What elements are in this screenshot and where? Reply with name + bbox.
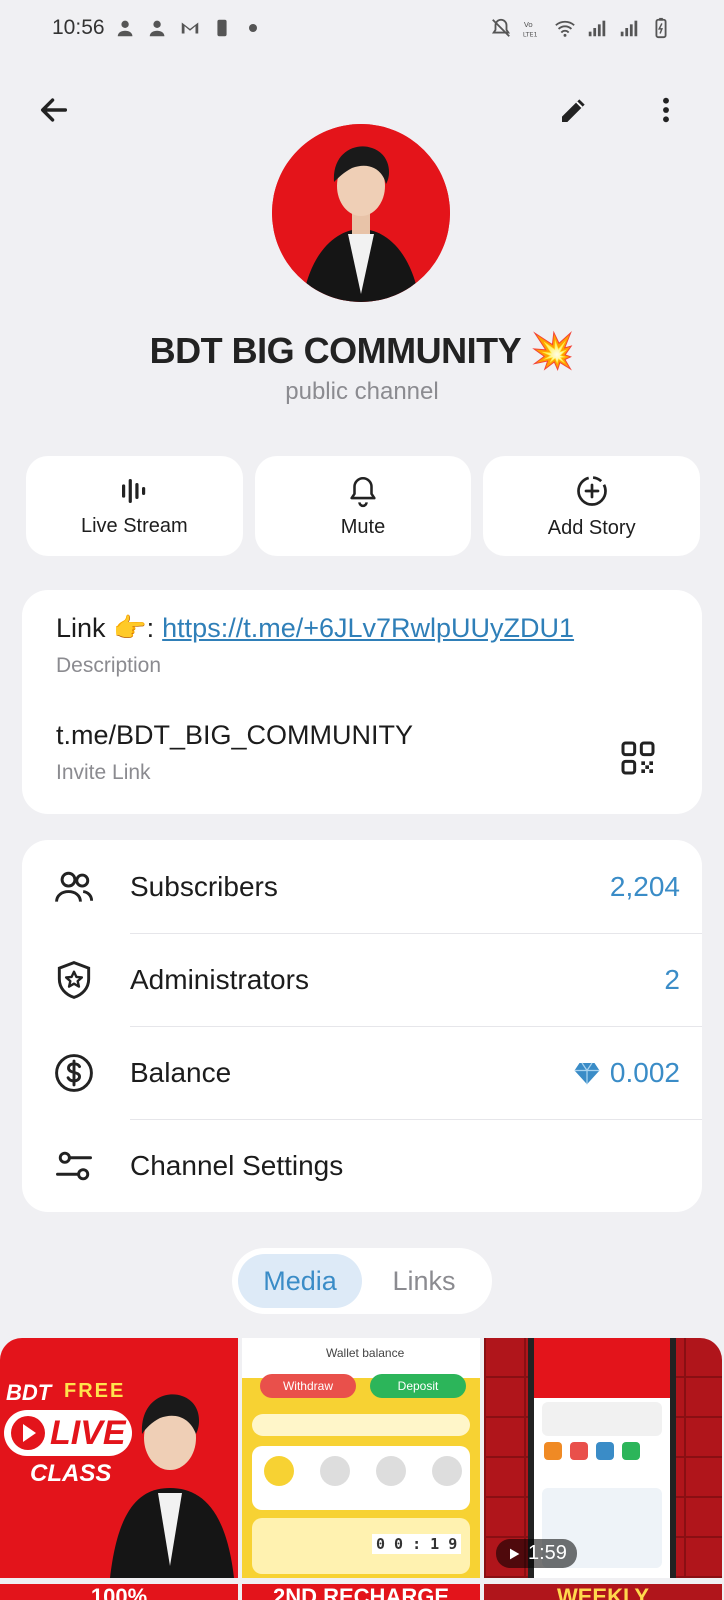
- channel-info-card: Link 👉: https://t.me/+6JLv7RwlpUUyZDU1 D…: [22, 590, 702, 814]
- video-duration-badge: 1:59: [496, 1539, 577, 1568]
- live-stream-label: Live Stream: [80, 514, 188, 537]
- add-story-label: Add Story: [547, 516, 636, 539]
- description-row: Link 👉: https://t.me/+6JLv7RwlpUUyZDU1 D…: [56, 612, 574, 678]
- balance-amount: 0.002: [609, 1056, 680, 1088]
- channel-title: BDT BIG COMMUNITY 💥: [149, 330, 575, 371]
- mute-button[interactable]: Mute: [254, 456, 472, 556]
- invite-link-value[interactable]: t.me/BDT_BIG_COMMUNITY: [56, 720, 413, 751]
- person-add-icon: [117, 20, 132, 37]
- more-options-button[interactable]: [642, 86, 690, 134]
- people-icon: [52, 865, 96, 909]
- thumb1-free-text: FREE: [64, 1380, 126, 1402]
- live-class-thumbnail-image: [0, 1338, 238, 1578]
- live-stream-icon: [122, 478, 146, 503]
- subscribers-label: Subscribers: [130, 870, 278, 902]
- description-label: Description: [56, 654, 162, 677]
- more-vert-icon: [663, 97, 669, 123]
- channel-settings-label: Channel Settings: [130, 1149, 344, 1181]
- administrators-count: 2: [664, 963, 680, 995]
- balance-value: 0.002: [572, 1057, 680, 1089]
- shield-star-icon: [52, 958, 96, 1002]
- thumb2-timer-text: 0 0 : 1 9: [372, 1534, 462, 1554]
- bell-icon: [350, 476, 376, 507]
- media-thumbnail-partial[interactable]: WEEKLY: [484, 1584, 722, 1600]
- thumb2-wallet-text: Wallet balance: [326, 1346, 405, 1360]
- subscribers-row[interactable]: Subscribers 2,204: [22, 840, 702, 933]
- tab-links[interactable]: Links: [362, 1254, 486, 1308]
- thumb5-text: 2ND RECHARGE: [272, 1584, 450, 1600]
- media-grid: BDT FREE LIVE CLASS Wallet balance Withd…: [0, 1338, 724, 1600]
- video-duration: 1:59: [528, 1542, 567, 1564]
- administrators-row[interactable]: Administrators 2: [22, 933, 702, 1026]
- thumb2-withdraw-text: Withdraw: [260, 1374, 356, 1398]
- description-link[interactable]: https://t.me/+6JLv7RwlpUUyZDU1: [162, 613, 574, 644]
- diamond-icon: [574, 1062, 600, 1084]
- tab-media[interactable]: Media: [238, 1254, 362, 1308]
- svg-text:Vo: Vo: [524, 20, 533, 29]
- dollar-circle-icon: [52, 1051, 96, 1095]
- balance-label: Balance: [130, 1056, 232, 1088]
- media-tabs: Media Links: [232, 1248, 492, 1314]
- sliders-icon: [52, 1144, 96, 1188]
- bell-off-icon: [491, 18, 511, 37]
- status-bar: 10:56 Vo LTE1: [0, 0, 724, 56]
- volte-icon: VoLTE1: [523, 20, 538, 38]
- channel-stats-card: Subscribers 2,204 Administrators 2 Balan…: [22, 840, 702, 1212]
- signal-icon: [588, 20, 606, 37]
- play-icon: [510, 1548, 520, 1559]
- thumb4-text: 100%: [90, 1584, 148, 1600]
- channel-settings-row[interactable]: Channel Settings: [22, 1119, 702, 1212]
- edit-button[interactable]: [550, 86, 598, 134]
- battery-icon: [655, 17, 667, 39]
- subscribers-count: 2,204: [609, 870, 680, 902]
- description-prefix: Link 👉:: [56, 613, 155, 643]
- media-thumbnail-partial[interactable]: 100%: [0, 1584, 238, 1600]
- invite-link-label: Invite Link: [56, 761, 151, 784]
- add-story-button[interactable]: Add Story: [483, 456, 701, 556]
- thumb2-deposit-text: Deposit: [370, 1374, 466, 1398]
- thumb6-text: WEEKLY: [556, 1584, 650, 1600]
- person-add-icon: [149, 20, 164, 37]
- thumb1-brand-text: BDT: [6, 1380, 52, 1405]
- live-stream-button[interactable]: Live Stream: [26, 456, 243, 556]
- back-button[interactable]: [30, 86, 78, 134]
- mute-label: Mute: [340, 515, 386, 538]
- svg-text:LTE1: LTE1: [523, 30, 538, 38]
- notification-dot-icon: [248, 24, 257, 32]
- pencil-icon: [562, 99, 585, 122]
- thumb1-class-text: CLASS: [30, 1460, 112, 1487]
- administrators-label: Administrators: [130, 963, 309, 995]
- media-thumbnail[interactable]: 1:59: [484, 1338, 722, 1578]
- thumb1-live-text: LIVE: [50, 1414, 126, 1452]
- wifi-icon: [555, 20, 575, 37]
- balance-row[interactable]: Balance 0.002: [22, 1026, 702, 1119]
- status-time: 10:56: [52, 16, 105, 39]
- channel-avatar[interactable]: [272, 124, 450, 302]
- channel-subtitle: public channel: [285, 378, 439, 405]
- gmail-icon: [181, 22, 198, 34]
- media-thumbnail[interactable]: Wallet balance Withdraw Deposit 0 0 : 1 …: [242, 1338, 480, 1578]
- qr-code-icon: [621, 741, 655, 775]
- avatar-portrait-image: [272, 124, 450, 302]
- qr-code-button[interactable]: [618, 738, 658, 778]
- media-thumbnail[interactable]: BDT FREE LIVE CLASS: [0, 1338, 238, 1578]
- media-thumbnail-partial[interactable]: 2ND RECHARGE: [242, 1584, 480, 1600]
- signal-icon: [620, 20, 638, 37]
- phone-icon: [216, 19, 227, 37]
- invite-link-row[interactable]: t.me/BDT_BIG_COMMUNITY Invite Link: [56, 720, 413, 785]
- action-buttons: Live Stream Mute Add Story: [26, 456, 701, 556]
- add-story-icon: [576, 475, 607, 506]
- arrow-left-icon: [40, 98, 68, 122]
